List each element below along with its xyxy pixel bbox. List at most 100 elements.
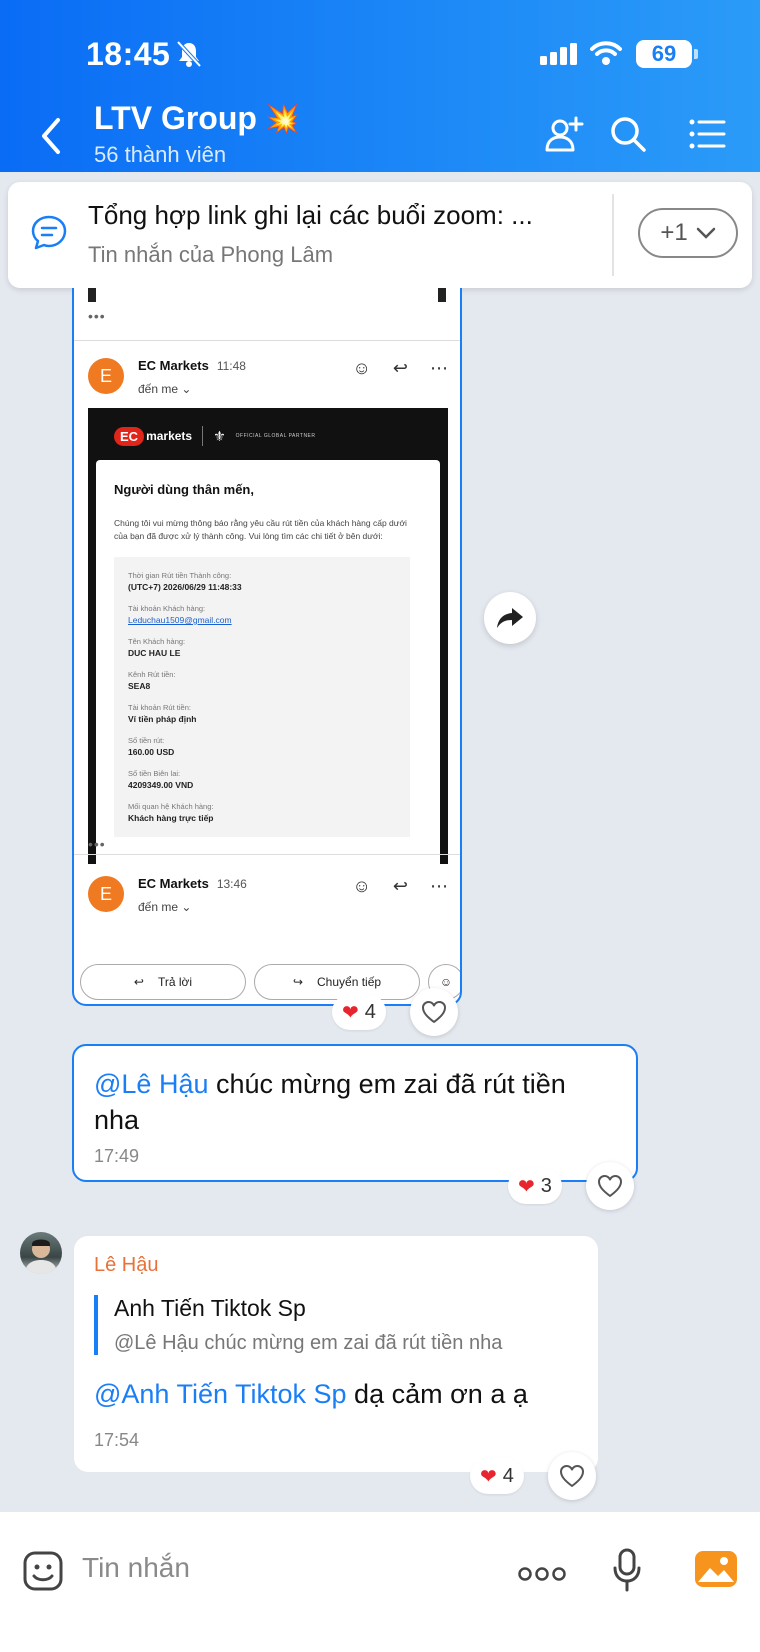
reply-label: Trả lời xyxy=(157,975,193,989)
detail-label: Tên Khách hàng: xyxy=(128,637,186,646)
share-forward-button[interactable] xyxy=(484,592,536,644)
quoted-reply[interactable]: Anh Tiến Tiktok Sp @Lê Hậu chúc mừng em … xyxy=(94,1295,578,1355)
forward-arrow-icon: ↪ xyxy=(292,975,303,989)
detail-value: Khách hàng trực tiếp xyxy=(128,813,214,823)
reply-icon: ↩ xyxy=(392,358,408,378)
mention-link[interactable]: @Anh Tiến Tiktok Sp xyxy=(94,1379,347,1409)
received-message-bubble[interactable]: Lê Hậu Anh Tiến Tiktok Sp @Lê Hậu chúc m… xyxy=(74,1236,598,1472)
divider xyxy=(74,854,460,855)
message-time: 17:54 xyxy=(94,1430,140,1450)
message-text: @Lê Hậu chúc mừng em zai đã rút tiền nha xyxy=(94,1066,616,1138)
sender-name[interactable]: Lê Hậu xyxy=(94,1254,578,1277)
logo-divider xyxy=(202,426,204,446)
reaction-count: 4 xyxy=(364,1000,376,1023)
menu-list-icon[interactable] xyxy=(688,114,728,154)
sender-name: EC Markets 11:48 xyxy=(138,358,246,373)
red-heart-icon: ❤ xyxy=(480,1465,497,1488)
user-avatar[interactable] xyxy=(20,1232,62,1274)
reaction-summary[interactable]: ❤ 4 xyxy=(470,1458,524,1494)
email-greeting: Người dùng thân mến, xyxy=(114,482,254,497)
more-options-icon[interactable] xyxy=(518,1566,566,1582)
person-photo-icon xyxy=(25,1239,57,1274)
chat-bubble-icon xyxy=(31,215,67,250)
pinned-more-count: +1 xyxy=(660,219,688,246)
email-actions: ☺ ↩ ⋯ xyxy=(353,358,448,379)
email-screenshot-image[interactable]: ••• E EC Markets 11:48 đến me ⌄ ☺ ↩ ⋯ EC … xyxy=(72,288,462,1006)
back-arrow-icon[interactable] xyxy=(36,116,68,156)
detail-label: Số tiền Biên lai: xyxy=(128,769,181,778)
forward-label: Chuyển tiếp xyxy=(317,975,382,989)
react-heart-button[interactable] xyxy=(410,988,458,1036)
emoji-icon: ☺ xyxy=(352,876,371,896)
detail-label: Tài khoản Rút tiền: xyxy=(128,703,191,712)
heart-outline-icon xyxy=(598,1175,622,1197)
sender-label: EC Markets xyxy=(138,358,209,373)
member-count[interactable]: 56 thành viên xyxy=(94,142,226,168)
emoji-icon: ☺ xyxy=(352,358,371,378)
email-body-text: Chúng tôi vui mừng thông báo rằng yêu cầ… xyxy=(114,518,407,541)
more-dots-icon: ⋯ xyxy=(430,876,448,896)
message-time: 17:49 xyxy=(94,1146,140,1166)
chat-header: 18:45 69 LTV Group 💥 56 thành viên xyxy=(0,0,760,172)
add-member-icon[interactable] xyxy=(544,114,584,154)
signal-icon xyxy=(540,43,577,65)
reaction-summary[interactable]: ❤ 3 xyxy=(508,1168,562,1204)
pinned-title: Tổng hợp link ghi lại các buổi zoom: ... xyxy=(88,200,533,230)
sender-time: 11:48 xyxy=(216,359,246,373)
detail-value: DUC HAU LE xyxy=(128,648,181,658)
reply-arrow-icon: ↩ xyxy=(133,975,144,989)
detail-label: Số tiền rút: xyxy=(128,736,165,745)
sender-name: EC Markets 13:46 xyxy=(138,876,247,891)
status-bar: 18:45 69 xyxy=(0,0,760,100)
reaction-summary[interactable]: ❤ 4 xyxy=(332,994,386,1030)
partner-text: OFFICIAL GLOBAL PARTNER xyxy=(235,433,316,439)
image-gallery-icon[interactable] xyxy=(694,1548,738,1590)
reaction-count: 4 xyxy=(502,1464,514,1487)
share-arrow-icon xyxy=(497,608,523,628)
battery-tip xyxy=(694,49,698,59)
red-heart-icon: ❤ xyxy=(342,1001,359,1024)
email-collapsed-dots: ••• xyxy=(88,308,106,324)
mention-link[interactable]: @Lê Hậu xyxy=(94,1069,208,1099)
reaction-count: 3 xyxy=(540,1174,552,1197)
quote-author: Anh Tiến Tiktok Sp xyxy=(114,1295,306,1321)
wifi-icon xyxy=(590,41,622,65)
sender-avatar: E xyxy=(88,876,124,912)
pinned-message-banner[interactable]: Tổng hợp link ghi lại các buổi zoom: ...… xyxy=(8,182,752,288)
chevron-down-icon xyxy=(696,227,715,239)
message-text: @Anh Tiến Tiktok Sp dạ cảm ơn a ạ xyxy=(94,1379,578,1410)
pinned-more-button[interactable]: +1 xyxy=(638,208,738,258)
collision-emoji: 💥 xyxy=(264,103,300,134)
ec-badge: EC xyxy=(114,426,145,446)
ec-markets-logo: EC markets ⚜ OFFICIAL GLOBAL PARTNER xyxy=(114,426,316,446)
battery-indicator: 69 xyxy=(636,40,692,68)
detail-label: Thời gian Rút tiền Thành công: xyxy=(128,571,232,580)
status-time: 18:45 xyxy=(86,36,171,72)
withdrawal-details: Thời gian Rút tiền Thành công: (UTC+7) 2… xyxy=(114,557,410,837)
detail-value: 160.00 USD xyxy=(128,747,175,757)
bell-off-icon xyxy=(176,40,202,68)
message-input[interactable]: Tin nhắn xyxy=(82,1552,190,1584)
email-reply-row: ↩ Trả lời ↪ Chuyển tiếp ☺ xyxy=(80,964,460,1000)
heart-outline-icon xyxy=(560,1465,584,1487)
detail-email-link: Leduchau1509@gmail.com xyxy=(128,615,232,625)
sender-avatar: E xyxy=(88,358,124,394)
detail-label: Tài khoản Khách hàng: xyxy=(128,604,206,613)
message-body: dạ cảm ơn a ạ xyxy=(346,1379,528,1409)
sender-time: 13:46 xyxy=(216,877,247,891)
detail-label: Mối quan hệ Khách hàng: xyxy=(128,802,214,811)
sticker-icon[interactable] xyxy=(22,1550,64,1592)
email-body: EC markets ⚜ OFFICIAL GLOBAL PARTNER Ngư… xyxy=(88,408,448,864)
sender-label: EC Markets xyxy=(138,876,209,891)
microphone-icon[interactable] xyxy=(612,1548,642,1592)
detail-value: Ví tiền pháp định xyxy=(128,714,197,724)
react-heart-button[interactable] xyxy=(586,1162,634,1210)
search-icon[interactable] xyxy=(608,114,648,154)
recipient-label: đến me ⌄ xyxy=(138,382,192,396)
emoji-icon: ☺ xyxy=(439,975,453,989)
detail-value: 4209349.00 VND xyxy=(128,780,194,790)
sent-message-bubble[interactable]: @Lê Hậu chúc mừng em zai đã rút tiền nha… xyxy=(72,1044,638,1182)
group-title[interactable]: LTV Group 💥 xyxy=(94,100,300,137)
email-header-second: E EC Markets 13:46 đến me ⌄ ☺ ↩ ⋯ xyxy=(74,858,460,928)
react-heart-button[interactable] xyxy=(548,1452,596,1500)
